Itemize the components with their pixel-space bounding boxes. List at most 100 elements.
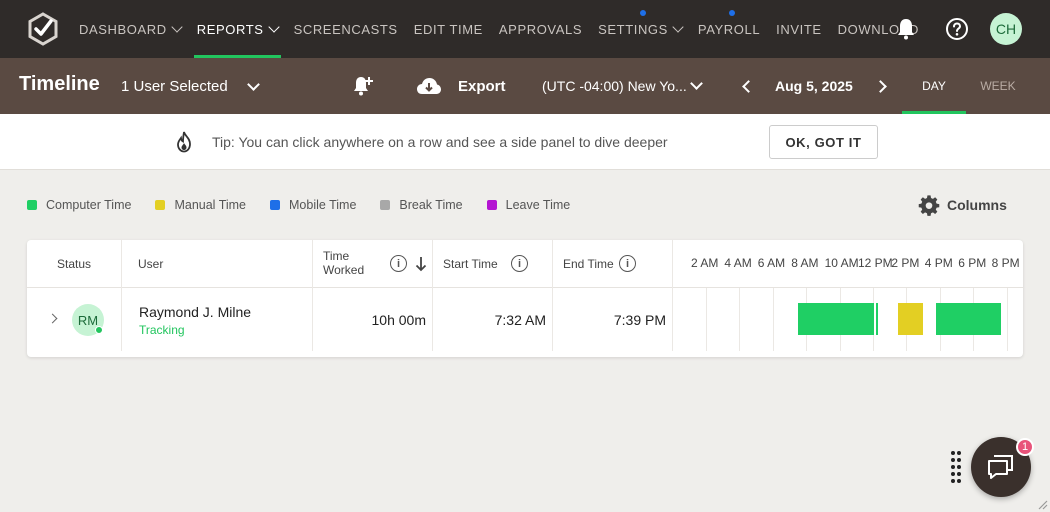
- timeline-tick-label: 6 AM: [757, 256, 786, 270]
- user-header[interactable]: User: [122, 240, 313, 288]
- chevron-down-icon[interactable]: [690, 77, 703, 90]
- legend-item: Leave Time: [486, 198, 570, 212]
- page-header: Timeline 1 User Selected Export (UTC -04…: [0, 58, 1050, 114]
- legend-swatch: [270, 200, 281, 210]
- start-time-header[interactable]: Start Time i: [433, 240, 553, 288]
- legend-label: Manual Time: [174, 198, 247, 212]
- timeline-segment[interactable]: [935, 303, 1001, 335]
- timeline-tick-label: 4 PM: [924, 256, 953, 270]
- start-time-cell: 7:32 AM: [433, 288, 553, 351]
- nav-item-label: EDIT TIME: [413, 21, 483, 37]
- timeline-cell[interactable]: [673, 288, 1023, 351]
- tab-week[interactable]: WEEK: [966, 58, 1030, 114]
- timeline-segment[interactable]: [798, 303, 874, 335]
- notification-badge: 1: [1016, 438, 1034, 456]
- start-time-label: Start Time: [443, 257, 498, 271]
- add-alert-icon[interactable]: [351, 75, 375, 97]
- info-icon[interactable]: i: [511, 255, 528, 272]
- end-time-header[interactable]: End Time i: [553, 240, 673, 288]
- start-time-value: 7:32 AM: [494, 312, 546, 328]
- legend-item: Break Time: [380, 198, 463, 212]
- nav-item-edit-time[interactable]: EDIT TIME: [406, 0, 491, 58]
- nav-item-approvals[interactable]: APPROVALS: [491, 0, 590, 58]
- notification-dot: [729, 10, 736, 16]
- timeline-tick-label: 8 AM: [791, 256, 819, 270]
- user-status: Tracking: [139, 323, 185, 337]
- time-worked-label-2: Worked: [323, 263, 365, 277]
- nav-item-label: APPROVALS: [498, 21, 583, 37]
- next-date-icon[interactable]: [874, 80, 887, 93]
- time-worked-value: 10h 00m: [371, 312, 426, 328]
- chevron-down-icon: [267, 21, 280, 33]
- timeline-tick-label: 4 AM: [724, 256, 752, 270]
- tab-day[interactable]: DAY: [902, 58, 966, 114]
- nav-item-label: PAYROLL: [697, 21, 761, 37]
- nav-item-payroll[interactable]: PAYROLL: [690, 0, 768, 58]
- timeline-tick-label: 2 PM: [891, 256, 920, 270]
- chevron-down-icon[interactable]: [247, 78, 260, 91]
- tip-text: Tip: You can click anywhere on a row and…: [212, 134, 668, 150]
- legend-item: Mobile Time: [270, 198, 356, 212]
- timeline-tick-label: 12 PM: [858, 256, 893, 270]
- legend-label: Mobile Time: [289, 198, 357, 212]
- user-selector[interactable]: 1 User Selected: [121, 78, 228, 95]
- legend-label: Computer Time: [46, 198, 132, 212]
- top-navigation: DASHBOARD REPORTS SCREENCASTS EDIT TIME APPR…: [0, 0, 1050, 58]
- nav-item-settings[interactable]: SETTINGS: [590, 0, 690, 58]
- app-logo-icon[interactable]: [26, 12, 60, 46]
- timeline-segment[interactable]: [898, 303, 924, 335]
- drag-handle-icon[interactable]: [950, 450, 962, 484]
- table-row[interactable]: RM Raymond J. Milne Tracking 10h 00m 7:3…: [27, 288, 1023, 351]
- resize-grip-icon[interactable]: [1036, 498, 1048, 510]
- user-cell: Raymond J. Milne Tracking: [27, 288, 313, 351]
- time-worked-cell: 10h 00m: [313, 288, 433, 351]
- legend-swatch: [155, 200, 166, 210]
- chat-icon: [988, 455, 1013, 479]
- nav-menu: DASHBOARD REPORTS SCREENCASTS EDIT TIME APPR…: [71, 0, 927, 58]
- nav-item-dashboard[interactable]: DASHBOARD: [71, 0, 189, 58]
- timeline-grid-line: [772, 288, 774, 351]
- nav-item-screencasts[interactable]: SCREENCASTS: [286, 0, 406, 58]
- columns-button[interactable]: Columns: [918, 194, 1007, 216]
- table-header: Status User Time Worked i Start Time i E…: [27, 240, 1023, 288]
- timeline-tick-label: 8 PM: [991, 256, 1020, 270]
- previous-date-icon[interactable]: [742, 80, 755, 93]
- timeline-grid-line: [706, 288, 707, 351]
- user-name[interactable]: Raymond J. Milne: [139, 304, 251, 320]
- legend-swatch: [380, 200, 391, 210]
- nav-item-label: DASHBOARD: [79, 21, 167, 37]
- time-worked-header[interactable]: Time Worked i: [313, 240, 433, 288]
- export-button[interactable]: Export: [458, 78, 506, 95]
- timeline-tick-label: 2 AM: [691, 256, 719, 270]
- end-time-cell: 7:39 PM: [553, 288, 673, 351]
- nav-item-label: SCREENCASTS: [293, 21, 398, 37]
- columns-label: Columns: [947, 197, 1007, 213]
- legend-swatch: [486, 200, 497, 210]
- flame-icon: [177, 131, 191, 153]
- tip-banner: Tip: You can click anywhere on a row and…: [0, 114, 1050, 170]
- nav-item-label: REPORTS: [196, 21, 264, 37]
- timezone-selector[interactable]: (UTC -04:00) New Yo...: [542, 78, 687, 94]
- nav-item-reports[interactable]: REPORTS: [189, 0, 286, 58]
- timeline-grid-line: [1006, 288, 1008, 351]
- timeline-axis: 2 AM 4 AM 6 AM 8 AM 10 AM 12 PM 2 PM 4 PM 6 PM 8 …: [673, 240, 1023, 288]
- nav-item-label: INVITE: [776, 21, 822, 37]
- info-icon[interactable]: i: [619, 255, 636, 272]
- nav-item-invite[interactable]: INVITE: [768, 0, 830, 58]
- timeline-tick-label: 10 AM: [824, 256, 859, 270]
- bell-icon[interactable]: [894, 17, 918, 41]
- legend-item: Manual Time: [155, 198, 246, 212]
- timeline-segment[interactable]: [875, 303, 878, 335]
- current-date[interactable]: Aug 5, 2025: [775, 78, 853, 94]
- info-icon[interactable]: i: [390, 255, 407, 272]
- user-avatar[interactable]: CH: [990, 13, 1022, 45]
- cloud-download-icon[interactable]: [416, 75, 442, 97]
- status-header: Status: [27, 240, 122, 288]
- sort-down-icon[interactable]: [415, 256, 427, 272]
- end-time-value: 7:39 PM: [613, 312, 666, 328]
- legend-item: Computer Time: [27, 198, 131, 212]
- end-time-label: End Time: [563, 257, 614, 271]
- dismiss-tip-button[interactable]: OK, GOT IT: [769, 125, 878, 159]
- help-icon[interactable]: [945, 17, 969, 41]
- legend-swatch: [27, 200, 37, 210]
